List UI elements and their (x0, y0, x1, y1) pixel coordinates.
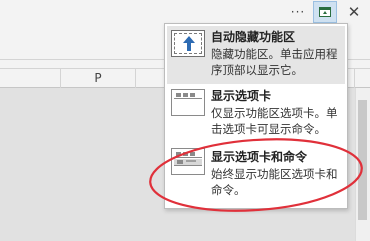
menu-item-show-tabs-and-commands[interactable]: 显示选项卡和命令 始终显示功能区选项卡和命令。 (167, 144, 345, 204)
ribbon-display-options-menu: 自动隐藏功能区 隐藏功能区。单击应用程序顶部以显示它。 显示选项卡 仅显示功能区… (164, 23, 348, 209)
ribbon-display-icon (319, 7, 331, 17)
more-options-button[interactable]: ··· (284, 2, 312, 22)
scrollbar-thumb[interactable] (358, 100, 367, 220)
menu-item-auto-hide-ribbon[interactable]: 自动隐藏功能区 隐藏功能区。单击应用程序顶部以显示它。 (167, 26, 345, 84)
menu-item-description: 隐藏功能区。单击应用程序顶部以显示它。 (211, 47, 338, 77)
grid-line (136, 88, 137, 241)
show-tabs-icon (171, 89, 205, 116)
close-button[interactable]: ✕ (342, 2, 366, 22)
menu-item-show-tabs[interactable]: 显示选项卡 仅显示功能区选项卡。单击选项卡可显示命令。 (167, 85, 345, 143)
menu-item-label: 自动隐藏功能区 (211, 30, 296, 44)
menu-item-label: 显示选项卡和命令 (211, 150, 308, 164)
menu-item-description: 仅显示功能区选项卡。单击选项卡可显示命令。 (211, 106, 338, 136)
show-tabs-and-commands-icon (171, 148, 205, 175)
ribbon-display-options-button[interactable] (313, 1, 337, 23)
grid-line (61, 88, 62, 241)
column-header-o[interactable] (0, 69, 61, 89)
auto-hide-ribbon-icon (171, 30, 205, 57)
column-header-p[interactable]: P (61, 69, 136, 89)
menu-item-label: 显示选项卡 (211, 89, 272, 103)
menu-item-description: 始终显示功能区选项卡和命令。 (211, 167, 338, 197)
